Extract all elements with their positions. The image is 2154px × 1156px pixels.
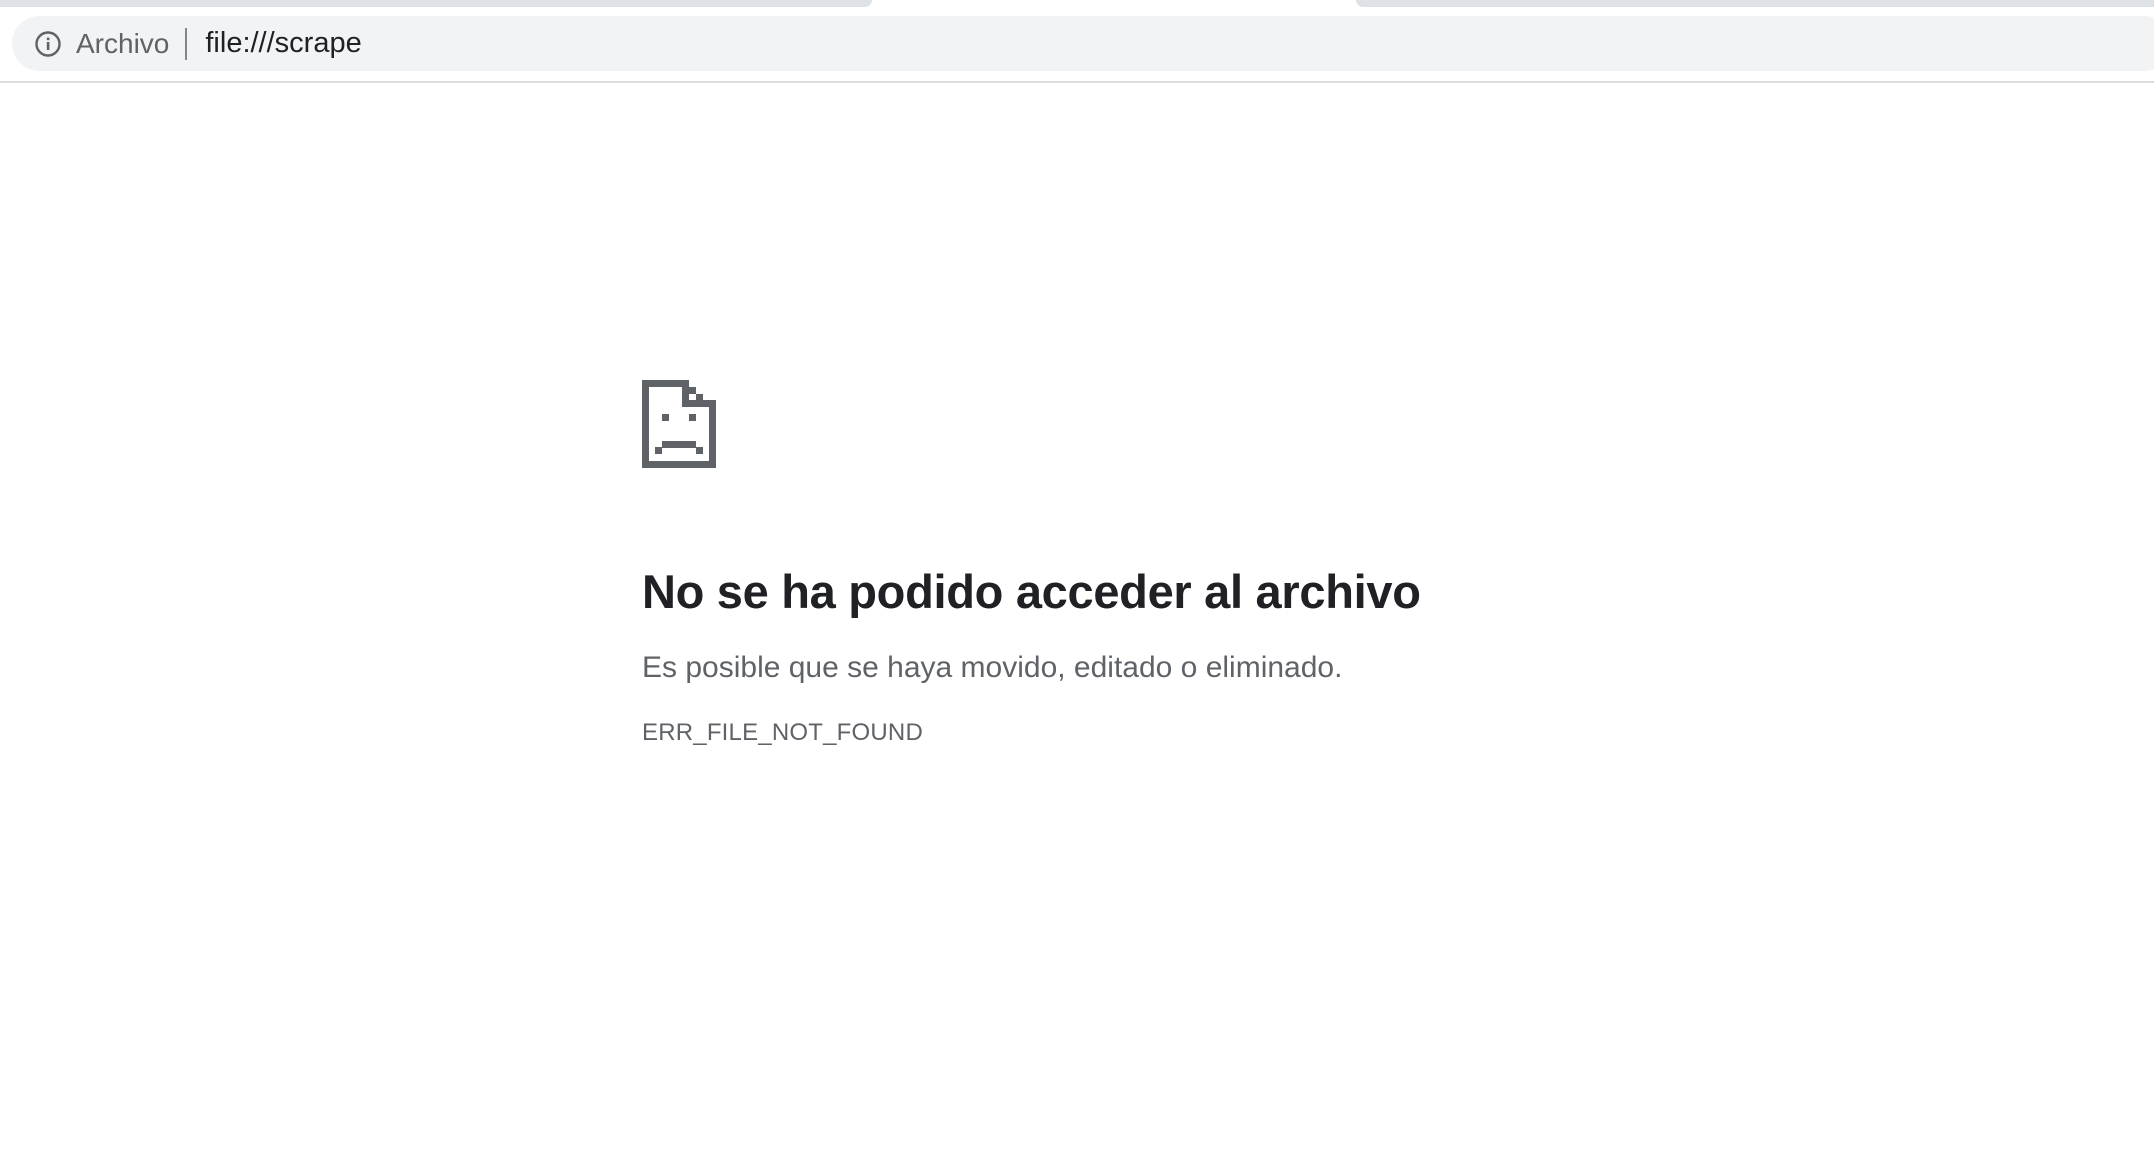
browser-window: Archivo file:///scrape No se ha podido a… (0, 0, 2154, 1156)
info-icon[interactable] (34, 30, 62, 58)
error-title: No se ha podido acceder al archivo (642, 565, 1421, 618)
inactive-tab-left[interactable] (0, 0, 872, 7)
error-content: No se ha podido acceder al archivo Es po… (642, 380, 1642, 747)
chip-divider (185, 27, 188, 60)
security-chip-label[interactable]: Archivo (76, 28, 169, 60)
error-code: ERR_FILE_NOT_FOUND (642, 719, 923, 747)
omnibox[interactable]: Archivo file:///scrape (12, 16, 2154, 71)
sad-file-icon (642, 380, 716, 468)
inactive-tab-right[interactable] (1356, 0, 2154, 7)
error-description: Es posible que se haya movido, editado o… (642, 651, 1343, 685)
toolbar: Archivo file:///scrape (0, 7, 2154, 83)
url-text[interactable]: file:///scrape (205, 27, 361, 60)
